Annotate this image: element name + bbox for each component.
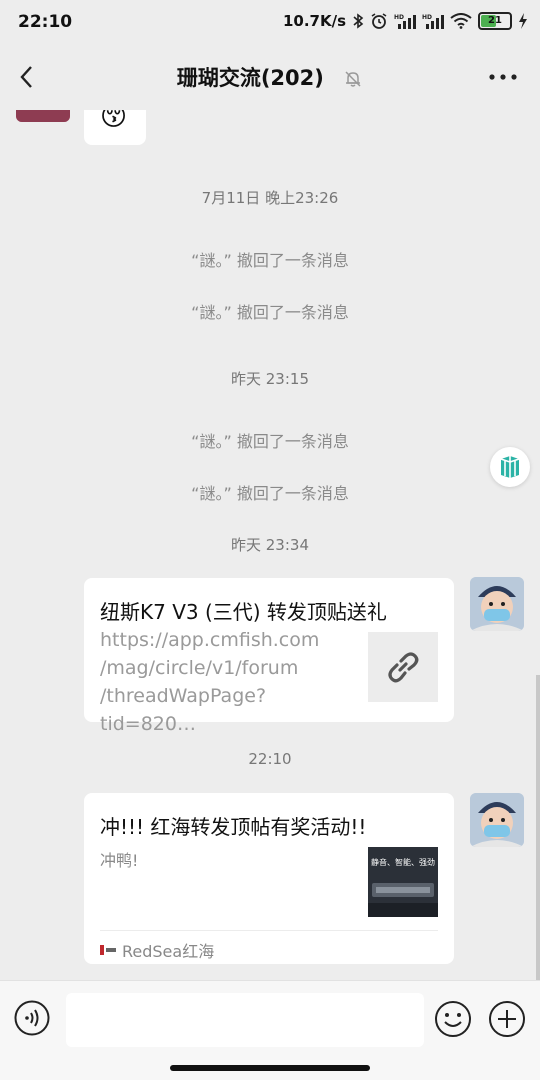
- network-speed: 10.7K/s: [282, 12, 346, 30]
- floating-window-icon: [500, 456, 520, 478]
- avatar-image: [470, 577, 524, 631]
- emoji-message: 😚: [100, 110, 128, 132]
- avatar-image: [16, 110, 70, 122]
- link-thumbnail: [368, 632, 438, 702]
- more-icon[interactable]: [488, 70, 518, 84]
- article-card-title: 冲!!! 红海转发顶帖有奖活动!!: [100, 815, 367, 839]
- signal-hd-icon: HD: [422, 14, 444, 29]
- battery-icon: 21: [478, 12, 512, 30]
- wifi-icon: [450, 13, 472, 29]
- scrollbar[interactable]: [536, 675, 540, 980]
- aquarium-device-image: [368, 883, 438, 917]
- avatar[interactable]: [470, 577, 524, 631]
- url-line: /mag/circle/v1/forum: [100, 657, 299, 679]
- status-icons: 10.7K/s HD HD 21: [283, 12, 528, 30]
- redsea-logo-icon: [100, 945, 116, 955]
- link-icon: [388, 652, 419, 683]
- status-time: 22:10: [18, 12, 73, 32]
- svg-text:HD: HD: [394, 14, 404, 21]
- chat-header: 珊瑚交流(202): [0, 46, 540, 110]
- message-timestamp: 昨天 23:15: [231, 370, 309, 388]
- recall-notice: “謎。” 撤回了一条消息: [191, 303, 349, 322]
- recall-notice: “謎。” 撤回了一条消息: [191, 251, 349, 270]
- bluetooth-icon: [353, 13, 364, 29]
- avatar[interactable]: [470, 793, 524, 847]
- alarm-icon: [371, 13, 387, 29]
- url-line: https://app.cmfish.com: [100, 629, 320, 651]
- voice-icon[interactable]: [14, 1000, 50, 1036]
- article-source-name: RedSea红海: [122, 942, 215, 961]
- charging-icon: [519, 13, 527, 29]
- recall-notice: “謎。” 撤回了一条消息: [191, 432, 349, 451]
- home-indicator[interactable]: [170, 1065, 370, 1071]
- message-input[interactable]: [66, 993, 424, 1047]
- link-card-message[interactable]: 纽斯K7 V3 (三代) 转发顶贴送礼 https://app.cmfish.c…: [84, 578, 454, 735]
- signal-hd-icon: HD: [394, 14, 416, 29]
- message-timestamp: 22:10: [248, 750, 292, 768]
- chat-title: 珊瑚交流(202): [176, 66, 324, 90]
- card-divider: [100, 930, 438, 931]
- link-card-url: https://app.cmfish.com /mag/circle/v1/fo…: [100, 626, 360, 738]
- message-timestamp: 昨天 23:34: [231, 536, 309, 554]
- floating-window-button[interactable]: [490, 447, 530, 487]
- emoji-message-bubble[interactable]: 😚: [84, 110, 146, 145]
- chat-title-wrap: 珊瑚交流(202): [0, 62, 540, 92]
- status-bar: 22:10 10.7K/s HD HD 21: [0, 0, 540, 46]
- article-card-description: 冲鸭!: [100, 851, 139, 870]
- article-source: RedSea红海: [100, 938, 214, 962]
- avatar[interactable]: [16, 110, 70, 122]
- plus-icon[interactable]: [488, 1000, 526, 1038]
- url-line: /threadWapPage?tid=820…: [100, 685, 267, 735]
- link-card-title: 纽斯K7 V3 (三代) 转发顶贴送礼: [100, 600, 387, 624]
- muted-bell-icon: [345, 71, 361, 87]
- emoji-icon[interactable]: [434, 1000, 472, 1038]
- recall-notice: “謎。” 撤回了一条消息: [191, 484, 349, 503]
- message-list[interactable]: 😚 7月11日 晚上23:26 “謎。” 撤回了一条消息 “謎。” 撤回了一条消…: [0, 110, 540, 980]
- article-card-message[interactable]: 冲!!! 红海转发顶帖有奖活动!! 冲鸭! 静音、智能、强劲 RedSea红海: [84, 793, 454, 964]
- message-timestamp: 7月11日 晚上23:26: [201, 189, 339, 207]
- avatar-image: [470, 793, 524, 847]
- battery-level: 21: [488, 15, 502, 26]
- article-thumbnail: 静音、智能、强劲: [368, 847, 438, 917]
- svg-text:HD: HD: [422, 14, 432, 21]
